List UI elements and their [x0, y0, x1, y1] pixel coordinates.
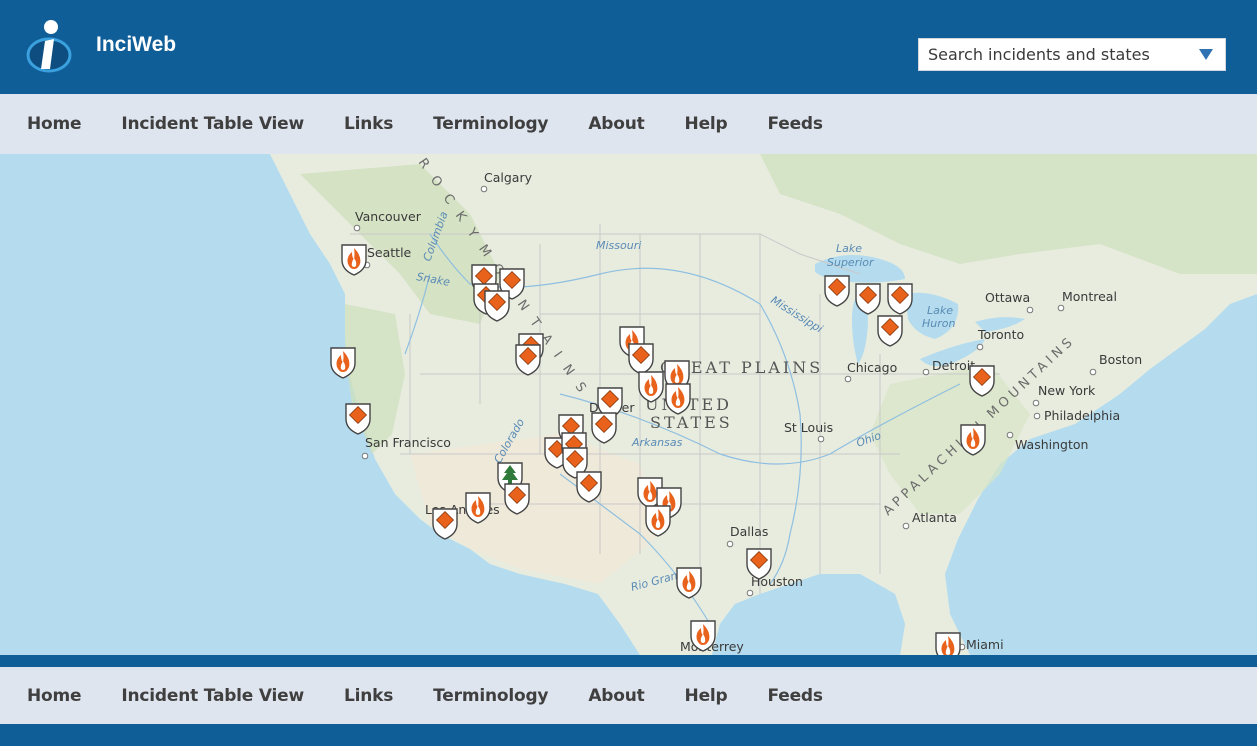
- lake-label-superior-1: Lake: [836, 242, 862, 255]
- river-label-arkansas: Arkansas: [631, 436, 683, 449]
- main-nav: Home Incident Table View Links Terminolo…: [0, 94, 1257, 154]
- lake-label-superior-2: Superior: [827, 256, 875, 269]
- nav-incident-table-view[interactable]: Incident Table View: [101, 114, 324, 134]
- city-label-seattle: Seattle: [367, 245, 412, 260]
- map-bottom-band: [0, 655, 1257, 667]
- lake-label-huron-1: Lake: [927, 304, 953, 317]
- incident-map[interactable]: Calgary Vancouver Seattle San Francisco …: [0, 154, 1257, 655]
- site-footer: [0, 724, 1257, 746]
- footer-nav-links[interactable]: Links: [324, 686, 413, 706]
- city-label-washington: Washington: [1015, 437, 1088, 452]
- nav-terminology[interactable]: Terminology: [413, 114, 568, 134]
- site-header: InciWeb: [0, 0, 1257, 94]
- map-canvas[interactable]: Calgary Vancouver Seattle San Francisco …: [0, 154, 1257, 655]
- footer-nav-about[interactable]: About: [568, 686, 664, 706]
- nav-links[interactable]: Links: [324, 114, 413, 134]
- chevron-down-icon[interactable]: [1199, 49, 1213, 60]
- search-box[interactable]: [918, 38, 1226, 71]
- footer-nav-help[interactable]: Help: [665, 686, 748, 706]
- nav-help[interactable]: Help: [665, 114, 748, 134]
- city-label-vancouver: Vancouver: [355, 209, 422, 224]
- footer-nav: Home Incident Table View Links Terminolo…: [0, 667, 1257, 724]
- lake-label-huron-2: Huron: [922, 317, 955, 330]
- footer-nav-home[interactable]: Home: [7, 686, 101, 706]
- city-label-toronto: Toronto: [977, 327, 1024, 342]
- footer-nav-terminology[interactable]: Terminology: [413, 686, 568, 706]
- city-label-montreal: Montreal: [1062, 289, 1117, 304]
- search-input[interactable]: [919, 39, 1198, 70]
- river-label-missouri: Missouri: [596, 239, 641, 252]
- city-label-ottawa: Ottawa: [985, 290, 1030, 305]
- site-title[interactable]: InciWeb: [96, 33, 176, 57]
- city-label-new-york: New York: [1038, 383, 1096, 398]
- city-label-atlanta: Atlanta: [912, 510, 957, 525]
- city-label-boston: Boston: [1099, 352, 1142, 367]
- fire-icon[interactable]: [935, 632, 961, 655]
- country-label-states: STATES: [650, 413, 733, 432]
- city-label-miami: Miami: [966, 637, 1004, 652]
- nav-home[interactable]: Home: [7, 114, 101, 134]
- city-label-dallas: Dallas: [730, 524, 768, 539]
- footer-nav-incident-table-view[interactable]: Incident Table View: [101, 686, 324, 706]
- nav-about[interactable]: About: [568, 114, 664, 134]
- city-label-philadelphia: Philadelphia: [1044, 408, 1120, 423]
- city-label-chicago: Chicago: [847, 360, 897, 375]
- city-label-san-francisco: San Francisco: [365, 435, 451, 450]
- city-label-st-louis: St Louis: [784, 420, 833, 435]
- city-label-detroit: Detroit: [932, 358, 975, 373]
- footer-nav-feeds[interactable]: Feeds: [748, 686, 843, 706]
- nav-feeds[interactable]: Feeds: [748, 114, 843, 134]
- city-label-calgary: Calgary: [484, 170, 533, 185]
- inciweb-logo-icon[interactable]: [26, 17, 72, 73]
